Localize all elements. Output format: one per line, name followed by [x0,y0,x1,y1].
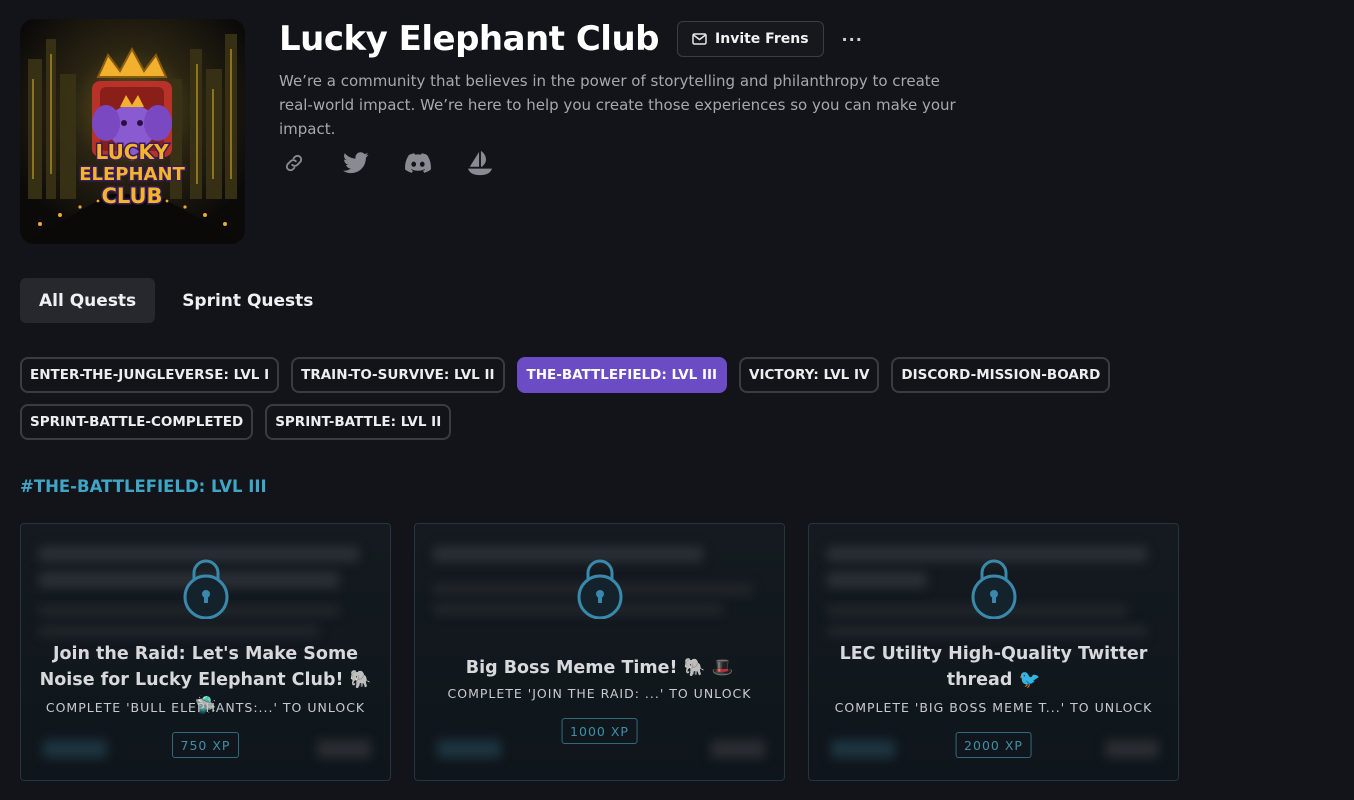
quest-title: LEC Utility High-Quality Twitter thread … [839,644,1148,690]
social-links [281,150,493,176]
tab-sprint-quests[interactable]: Sprint Quests [163,278,332,323]
quest-card-locked[interactable]: Join the Raid: Let's Make Some Noise for… [20,523,391,781]
twitter-icon[interactable] [343,150,369,176]
xp-badge: 750 XP [171,732,240,758]
club-logo: LUCKY ELEPHANT CLUB [20,19,245,244]
quest-unlock-requirement: COMPLETE 'JOIN THE RAID: ...' TO UNLOCK [447,686,752,701]
opensea-icon[interactable] [467,150,493,176]
quest-category-filters: ENTER-THE-JUNGLEVERSE: LVL I TRAIN-TO-SU… [20,357,1350,440]
quest-card-locked[interactable]: Big Boss Meme Time! 🐘 🎩 COMPLETE 'JOIN T… [414,523,785,781]
chip-victory[interactable]: VICTORY: LVL IV [739,357,880,393]
xp-badge: 2000 XP [955,732,1032,758]
lock-icon [971,559,1016,619]
tab-all-quests[interactable]: All Quests [20,278,156,323]
quest-tabs: All Quests Sprint Quests [20,278,332,323]
chip-sprint-battle-lvl-ii[interactable]: SPRINT-BATTLE: LVL II [265,404,452,440]
link-icon[interactable] [281,150,307,176]
chip-train-to-survive[interactable]: TRAIN-TO-SURVIVE: LVL II [291,357,505,393]
invite-frens-button[interactable]: Invite Frens [677,21,824,57]
logo-lettering-3: CLUB [101,184,162,208]
section-title: #THE-BATTLEFIELD: LVL III [20,477,267,496]
logo-lettering-1: LUCKY [96,140,169,164]
discord-icon[interactable] [405,150,431,176]
club-description: We’re a community that believes in the p… [279,72,956,138]
quest-unlock-requirement: COMPLETE 'BULL ELEPHANTS:...' TO UNLOCK [45,700,366,715]
quest-title: Big Boss Meme Time! 🐘 🎩 [465,658,734,678]
mail-icon [692,33,707,45]
chip-sprint-battle-completed[interactable]: SPRINT-BATTLE-COMPLETED [20,404,254,440]
quest-unlock-requirement: COMPLETE 'BIG BOSS MEME T...' TO UNLOCK [834,700,1153,715]
more-options-button[interactable]: ··· [842,30,863,49]
lock-icon [577,559,622,619]
quest-card-locked[interactable]: LEC Utility High-Quality Twitter thread … [808,523,1179,781]
chip-discord-mission-board[interactable]: DISCORD-MISSION-BOARD [891,357,1111,393]
logo-lettering-2: ELEPHANT [79,164,185,185]
page-title: Lucky Elephant Club [279,19,660,59]
xp-badge: 1000 XP [561,718,638,744]
chip-enter-the-jungleverse[interactable]: ENTER-THE-JUNGLEVERSE: LVL I [20,357,280,393]
chip-the-battlefield[interactable]: THE-BATTLEFIELD: LVL III [516,357,728,393]
lock-icon [183,559,228,619]
invite-frens-label: Invite Frens [715,31,809,47]
